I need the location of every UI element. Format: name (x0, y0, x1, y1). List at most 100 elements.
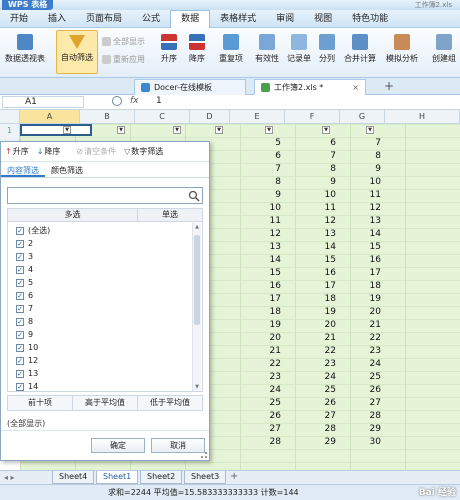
cell-value[interactable]: 24 (340, 358, 385, 371)
filter-list-item[interactable]: ✓ 7 (16, 302, 33, 315)
tab-docer[interactable]: Docer-在线模板 (134, 79, 246, 95)
cell-value[interactable]: 10 (340, 176, 385, 189)
checkbox-checked-icon[interactable]: ✓ (16, 265, 24, 274)
cancel-button[interactable]: 取消 (151, 438, 205, 453)
cell-value[interactable]: 20 (285, 319, 340, 332)
filter-dropdown-icon[interactable]: ▼ (117, 126, 125, 134)
cell-value[interactable]: 13 (285, 228, 340, 241)
col-header-b[interactable]: B (80, 110, 135, 124)
cell-value[interactable]: 26 (230, 410, 285, 423)
col-header-h[interactable]: H (385, 110, 460, 124)
sheet-tab-sheet2[interactable]: Sheet2 (140, 471, 183, 484)
cell-value[interactable]: 28 (230, 436, 285, 449)
group-button[interactable]: 创建组 (428, 34, 460, 64)
cell-value[interactable]: 9 (230, 189, 285, 202)
cell-value[interactable]: 29 (340, 423, 385, 436)
cell-value[interactable]: 28 (285, 423, 340, 436)
cell-value[interactable]: 25 (285, 384, 340, 397)
menu-data[interactable]: 数据 (170, 9, 211, 28)
cell-value[interactable]: 27 (285, 410, 340, 423)
ok-button[interactable]: 确定 (91, 438, 145, 453)
col-header-a[interactable]: A (20, 110, 80, 124)
cell-value[interactable]: 21 (285, 332, 340, 345)
filter-list-item[interactable]: ✓ 3 (16, 250, 33, 263)
split-button[interactable]: 分列 (316, 34, 338, 64)
duplicates-button[interactable]: 重复项 (214, 34, 248, 64)
filter-dropdown-icon[interactable]: ▼ (173, 126, 181, 134)
menu-table-style[interactable]: 表格样式 (210, 10, 266, 28)
cell-value[interactable]: 22 (230, 358, 285, 371)
cell-value[interactable]: 22 (340, 332, 385, 345)
sort-desc-button[interactable]: 降序 (184, 34, 210, 64)
cell-value[interactable]: 19 (230, 319, 285, 332)
filter-dropdown-icon[interactable]: ▼ (366, 126, 374, 134)
col-header-g[interactable]: G (340, 110, 385, 124)
cell-value[interactable]: 15 (230, 267, 285, 280)
menu-formula[interactable]: 公式 (132, 10, 170, 28)
cell-value[interactable]: 16 (340, 254, 385, 267)
cell-value[interactable]: 5 (230, 137, 285, 150)
cell-value[interactable]: 6 (230, 150, 285, 163)
menu-home[interactable]: 开始 (0, 10, 38, 28)
cell-value[interactable]: 8 (230, 176, 285, 189)
cell-value[interactable]: 11 (285, 202, 340, 215)
checkbox-checked-icon[interactable]: ✓ (16, 369, 24, 378)
cell-value[interactable]: 14 (285, 241, 340, 254)
cell-value[interactable]: 9 (340, 163, 385, 176)
sheet-nav-icon[interactable]: ◂ ▸ (4, 471, 15, 484)
cell-value[interactable]: 24 (230, 384, 285, 397)
fx-icon[interactable]: fx (130, 96, 139, 106)
checkbox-checked-icon[interactable]: ✓ (16, 304, 24, 313)
multi-select-header[interactable]: 多选 (8, 209, 138, 221)
sheet-tab-sheet3[interactable]: Sheet3 (184, 471, 227, 484)
cell-value[interactable]: 29 (285, 436, 340, 449)
checkbox-checked-icon[interactable]: ✓ (16, 330, 24, 339)
filter-list-item[interactable]: ✓ 6 (16, 289, 33, 302)
cell-value[interactable]: 16 (285, 267, 340, 280)
list-scrollbar[interactable]: ▲ ▼ (192, 223, 201, 391)
tab-content-filter[interactable]: 内容筛选 (1, 164, 45, 177)
cell-value[interactable]: 6 (285, 137, 340, 150)
menu-special[interactable]: 特色功能 (342, 10, 398, 28)
col-header-f[interactable]: F (285, 110, 340, 124)
cell-value[interactable]: 30 (340, 436, 385, 449)
filter-dropdown-icon[interactable]: ▼ (215, 126, 223, 134)
cell-value[interactable]: 10 (230, 202, 285, 215)
cell-value[interactable]: 9 (285, 176, 340, 189)
validity-button[interactable]: 有效性 (252, 34, 282, 64)
checkbox-checked-icon[interactable]: ✓ (16, 239, 24, 248)
checkbox-checked-icon[interactable]: ✓ (16, 252, 24, 261)
cell-value[interactable]: 17 (230, 293, 285, 306)
cell-value[interactable]: 7 (285, 150, 340, 163)
cell-value[interactable]: 11 (340, 189, 385, 202)
zoom-icon[interactable] (112, 96, 122, 106)
cell-value[interactable]: 23 (340, 345, 385, 358)
new-tab-icon[interactable]: + (384, 79, 394, 93)
top-ten-button[interactable]: 前十项 (8, 396, 73, 410)
simulate-button[interactable]: 模拟分析 (382, 34, 422, 64)
active-cell-a1[interactable] (20, 124, 92, 136)
autofilter-button[interactable]: 自动筛选 (56, 30, 98, 74)
cell-value[interactable]: 13 (340, 215, 385, 228)
cell-value[interactable]: 8 (285, 163, 340, 176)
cell-value[interactable]: 27 (340, 397, 385, 410)
cell-value[interactable]: 25 (340, 371, 385, 384)
show-all-button[interactable]: 全部显示 (102, 36, 145, 47)
filter-list-item[interactable]: ✓ 13 (16, 367, 38, 380)
cell-value[interactable]: 16 (230, 280, 285, 293)
cell-value[interactable]: 11 (230, 215, 285, 228)
checkbox-checked-icon[interactable]: ✓ (16, 356, 24, 365)
filter-list-item[interactable]: ✓ 12 (16, 354, 38, 367)
popup-sort-desc-button[interactable]: ↓ 降序 (33, 146, 65, 157)
filter-list-item[interactable]: ✓ 14 (16, 380, 38, 391)
cell-value[interactable]: 17 (340, 267, 385, 280)
cell-value[interactable]: 7 (340, 137, 385, 150)
tab-color-filter[interactable]: 颜色筛选 (45, 164, 89, 177)
add-sheet-icon[interactable]: + (230, 471, 238, 483)
checkbox-checked-icon[interactable]: ✓ (16, 382, 24, 391)
formula-value[interactable]: 1 (156, 96, 162, 106)
cell-value[interactable]: 27 (230, 423, 285, 436)
number-filter-button[interactable]: ▽ 数字筛选 (120, 146, 167, 157)
cell-value[interactable]: 15 (340, 241, 385, 254)
scroll-down-icon[interactable]: ▼ (194, 384, 200, 390)
